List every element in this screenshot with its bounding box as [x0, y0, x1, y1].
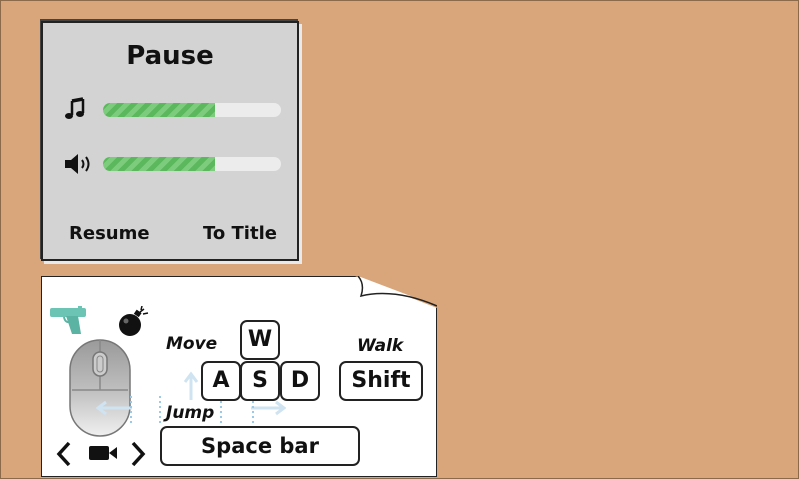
pause-menu-panel: Pause Resume To Title: [41, 21, 299, 261]
to-title-button[interactable]: To Title: [203, 223, 277, 244]
chevron-left-icon[interactable]: [54, 440, 74, 468]
key-shift: Shift: [339, 361, 423, 401]
key-space-bar: Space bar: [160, 426, 360, 466]
chevron-right-icon[interactable]: [128, 440, 148, 468]
key-s: S: [240, 361, 280, 401]
key-d: D: [280, 361, 320, 401]
key-w: W: [240, 320, 280, 360]
jump-label: Jump: [166, 403, 215, 423]
sound-volume-row: [63, 151, 283, 177]
music-note-icon: [65, 97, 85, 119]
camera-icon: [89, 446, 117, 460]
speaker-icon: [65, 154, 90, 174]
page-fold-corner: [355, 276, 437, 308]
resume-button[interactable]: Resume: [69, 223, 150, 244]
move-label: Move: [166, 334, 218, 354]
walk-label: Walk: [357, 336, 404, 356]
bomb-icon: [119, 306, 149, 336]
pause-title: Pause: [126, 41, 214, 71]
music-volume-fill: [103, 103, 216, 117]
sound-volume-fill: [103, 157, 216, 171]
pistol-icon: [50, 306, 86, 334]
key-a: A: [201, 361, 241, 401]
music-volume-slider[interactable]: [103, 103, 281, 117]
music-volume-row: [63, 97, 283, 123]
sound-volume-slider[interactable]: [103, 157, 281, 171]
